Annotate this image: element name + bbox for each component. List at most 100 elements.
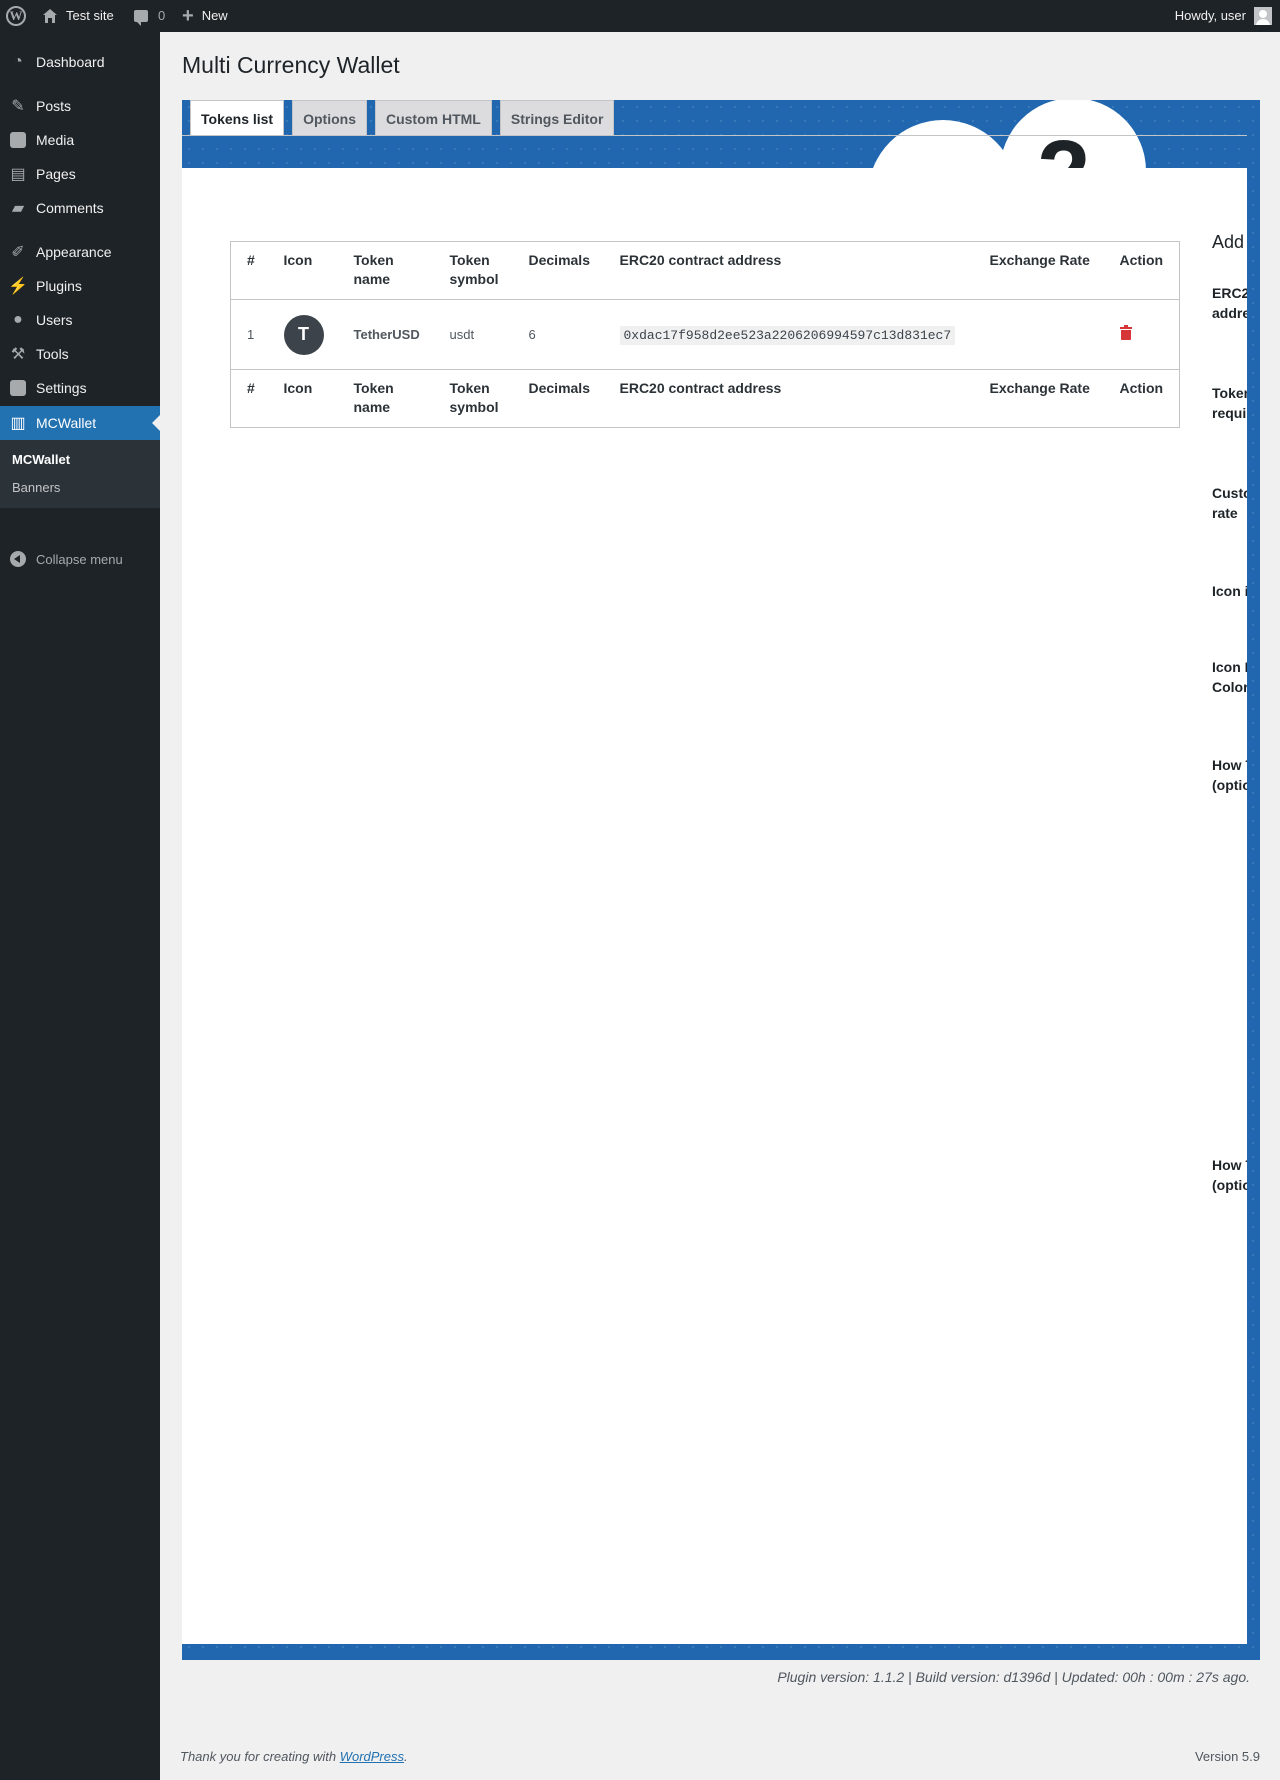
form-label-exchange-rate: Custom exchan rate	[1212, 485, 1247, 521]
tab-strings-editor[interactable]: Strings Editor	[499, 100, 615, 136]
page-title: Multi Currency Wallet	[182, 52, 400, 78]
sidebar-item-pages[interactable]: ▤ Pages	[0, 157, 160, 191]
column-header: Exchange Rate	[973, 241, 1104, 300]
sidebar-item-label: Comments	[36, 200, 104, 216]
table-footer-row: # Icon Token name Token symbol Decimals …	[230, 369, 1180, 428]
table-row: 1 T TetherUSD usdt 6 0xdac17f958d2ee523a…	[231, 300, 1180, 370]
comments-count: 0	[158, 8, 166, 23]
plug-icon: ⚡	[8, 278, 28, 295]
tab-custom-html[interactable]: Custom HTML	[374, 100, 492, 136]
tab-tokens-list[interactable]: Tokens list	[190, 100, 285, 136]
user-account-link[interactable]: Howdy, user	[1175, 0, 1272, 32]
settings-icon	[0, 380, 36, 396]
greeting: Howdy, user	[1174, 8, 1246, 23]
add-token-heading: Add n	[1212, 232, 1247, 252]
sidebar-item-users[interactable]: ● Users	[0, 303, 160, 337]
pin-icon: ✎	[11, 98, 25, 115]
table-header-row: # Icon Token name Token symbol Decimals …	[230, 241, 1180, 300]
wrench-icon: ⚒	[10, 346, 26, 363]
admin-bar: W Test site 0 + New Howdy, user	[0, 0, 1280, 32]
footer-thanks: Thank you for creating with WordPress.	[180, 1749, 408, 1764]
user-icon: ●	[13, 311, 23, 328]
column-header: Token name	[337, 369, 434, 428]
sidebar-item-label: Posts	[36, 98, 72, 114]
wp-version: Version 5.9	[1194, 1749, 1260, 1764]
comment-bubble-icon	[134, 10, 148, 26]
form-label-how-to-withdraw: How To Withdra (option	[1212, 1157, 1247, 1193]
submenu-item-banners[interactable]: Banners	[12, 480, 60, 495]
column-header: #	[230, 369, 268, 428]
row-number: 1	[247, 327, 255, 342]
sidebar-item-settings[interactable]: Settings	[0, 371, 160, 405]
column-header: Token symbol	[433, 369, 513, 428]
sidebar-item-label: MCWallet	[36, 415, 97, 431]
submenu-item-mcwallet[interactable]: MCWallet	[12, 452, 70, 467]
form-label-icon-url: Icon im url	[1212, 583, 1247, 599]
dashboard-icon: ◔	[13, 53, 23, 70]
tokens-table: # Icon Token name Token symbol Decimals …	[230, 241, 1180, 428]
column-header: Action	[1103, 369, 1180, 428]
token-symbol: usdt	[449, 327, 475, 342]
trash-icon[interactable]	[1119, 325, 1132, 340]
tokens-panel: # Icon Token name Token symbol Decimals …	[182, 168, 1247, 1644]
footer-thanks-suffix: .	[404, 1749, 408, 1764]
comments-icon: ▰	[11, 200, 25, 217]
collapse-arrow-icon	[10, 551, 26, 567]
sidebar-item-label: Pages	[36, 166, 76, 182]
sidebar-item-mcwallet[interactable]: ▥ MCWallet	[0, 406, 160, 440]
contract-address: 0xdac17f958d2ee523a2206206994597c13d831e…	[619, 325, 956, 345]
sidebar-item-comments[interactable]: ▰ Comments	[0, 191, 160, 225]
column-header: ERC20 contract address	[603, 369, 974, 428]
comments-link[interactable]: 0	[134, 0, 165, 32]
column-header: ERC20 contract address	[603, 241, 974, 300]
column-header: Exchange Rate	[973, 369, 1104, 428]
new-content-link[interactable]: + New	[182, 0, 228, 32]
footer-thanks-text: Thank you for creating with	[180, 1749, 340, 1764]
sidebar-item-label: Users	[36, 312, 73, 328]
sidebar-item-label: Appearance	[36, 244, 112, 260]
tab-bar: Tokens list Options Custom HTML Strings …	[182, 100, 615, 136]
column-header: Token symbol	[433, 241, 513, 300]
brush-icon: ✐	[11, 244, 25, 261]
column-header: Icon	[267, 241, 338, 300]
plus-icon: +	[182, 5, 194, 27]
sidebar-item-label: Tools	[36, 346, 69, 362]
collapse-menu-button[interactable]: Collapse menu	[0, 548, 160, 570]
avatar	[1254, 7, 1272, 25]
wordpress-logo-icon[interactable]: W	[6, 0, 28, 32]
exchange-rate	[974, 300, 1104, 370]
pages-icon: ▤	[10, 166, 26, 183]
new-label: New	[201, 8, 228, 23]
sidebar-item-label: Media	[36, 132, 75, 148]
token-decimals: 6	[528, 327, 536, 342]
wordpress-link[interactable]: WordPress	[340, 1749, 404, 1764]
tab-options[interactable]: Options	[292, 100, 367, 136]
form-label-token-name: Token n (not require	[1212, 385, 1247, 421]
home-icon	[43, 9, 57, 23]
form-label-icon-bg-color: Icon Backgr Color	[1212, 659, 1247, 695]
token-icon: T	[283, 314, 324, 355]
tab-divider	[182, 135, 1247, 136]
sidebar-item-plugins[interactable]: ⚡ Plugins	[0, 269, 160, 303]
wallet-icon: ▥	[10, 415, 26, 432]
sidebar-item-label: Dashboard	[36, 54, 105, 70]
column-header: #	[230, 241, 268, 300]
sidebar-item-tools[interactable]: ⚒ Tools	[0, 337, 160, 371]
site-name: Test site	[66, 8, 114, 23]
sidebar-item-appearance[interactable]: ✐ Appearance	[0, 235, 160, 269]
site-name-link[interactable]: Test site	[42, 0, 114, 32]
sidebar-item-label: Plugins	[36, 278, 82, 294]
sidebar-item-dashboard[interactable]: ◔ Dashboard	[0, 45, 160, 79]
mcwallet-submenu: MCWallet Banners	[0, 440, 160, 508]
sidebar-item-media[interactable]: Media	[0, 123, 160, 157]
form-label-contract-address: ERC20 contract address	[1212, 285, 1247, 321]
column-header: Token name	[337, 241, 434, 300]
column-header: Decimals	[512, 369, 604, 428]
column-header: Decimals	[512, 241, 604, 300]
token-name: TetherUSD	[353, 327, 420, 342]
admin-sidebar: ◔ Dashboard ✎ Posts Media ▤ Pages ▰ Comm…	[0, 32, 160, 1780]
column-header: Icon	[267, 369, 338, 428]
sidebar-item-posts[interactable]: ✎ Posts	[0, 89, 160, 123]
collapse-menu-label: Collapse menu	[36, 551, 123, 567]
column-header: Action	[1103, 241, 1180, 300]
